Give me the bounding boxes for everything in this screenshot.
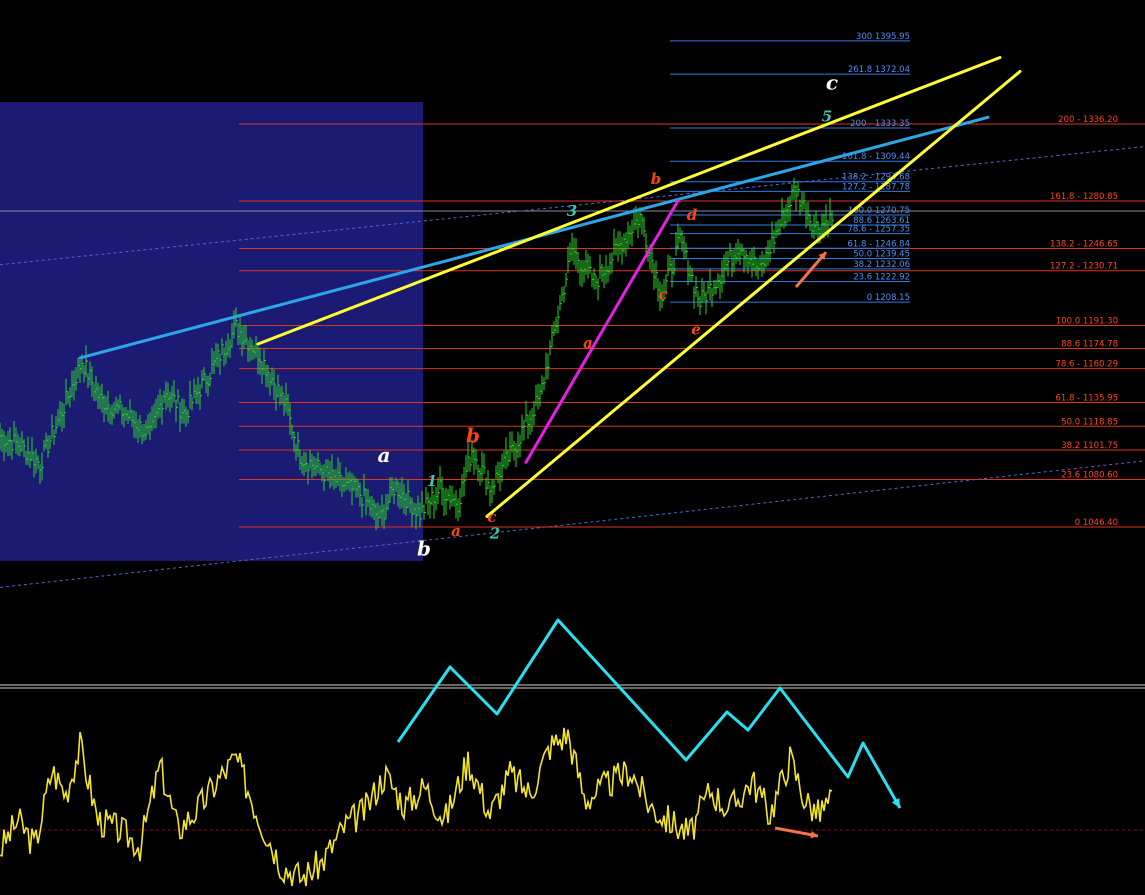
fib-primary-label-5: 88.6 1174.78 (1061, 339, 1118, 349)
fib-secondary-label-8: 78.6 - 1257.35 (847, 225, 910, 235)
fib-primary-label-11: 0 1046.40 (1075, 518, 1118, 528)
fib-primary-label-2: 138.2 - 1246.65 (1050, 240, 1118, 250)
fib-secondary-label-2: 200 - 1333.35 (850, 119, 910, 129)
fib-primary-label-7: 61.8 - 1135.95 (1055, 393, 1118, 403)
fib-primary-label-0: 200 - 1336.20 (1058, 115, 1118, 125)
fib-secondary-label-1: 261.8 1372.04 (848, 65, 910, 75)
wave-label-5: c (658, 285, 667, 303)
fib-secondary-label-11: 38.2 1232.06 (853, 260, 910, 270)
wave-label-2: b (651, 170, 662, 188)
wave-label-4: d (687, 206, 698, 224)
fib-primary-label-8: 50.0 1118.85 (1061, 417, 1118, 427)
wave-label-6: e (691, 320, 701, 338)
fib-primary-label-10: 23.6 1080.60 (1061, 470, 1118, 480)
fib-primary-label-1: 161.8 - 1280.85 (1050, 192, 1118, 202)
wave-label-1: 5 (822, 107, 832, 125)
wave-label-12: a (451, 522, 461, 540)
fib-secondary-label-10: 50.0 1239.45 (853, 250, 910, 260)
fib-secondary-label-9: 61.8 - 1246.84 (847, 239, 910, 249)
fib-primary-label-6: 78.6 - 1160.29 (1055, 360, 1118, 370)
price-chart: 200 - 1336.20 161.8 - 1280.85 138.2 - 1246… (0, 0, 1145, 895)
wave-label-0: c (826, 71, 838, 95)
wave-label-7: a (583, 334, 593, 352)
wave-label-11: c (487, 508, 496, 526)
fib-primary-label-3: 127.2 - 1230.71 (1050, 262, 1118, 272)
fib-secondary-label-13: 0 1208.15 (867, 293, 910, 303)
wave-label-14: b (417, 536, 431, 560)
fib-secondary-label-0: 300 1395.95 (856, 32, 910, 42)
fib-primary-label-4: 100.0 1191.30 (1056, 317, 1118, 327)
wave-label-10: 1 (427, 472, 437, 490)
wave-label-3: 3 (567, 202, 577, 220)
fib-primary-label-9: 38.2 1101.75 (1061, 441, 1118, 451)
wave-label-13: 2 (489, 525, 500, 543)
wave-label-8: b (466, 424, 480, 448)
wave-label-9: a (378, 443, 391, 467)
fib-secondary-label-4: 138.2 - 1294.68 (842, 173, 910, 183)
fib-secondary-label-12: 23.6 1222.92 (853, 273, 910, 283)
